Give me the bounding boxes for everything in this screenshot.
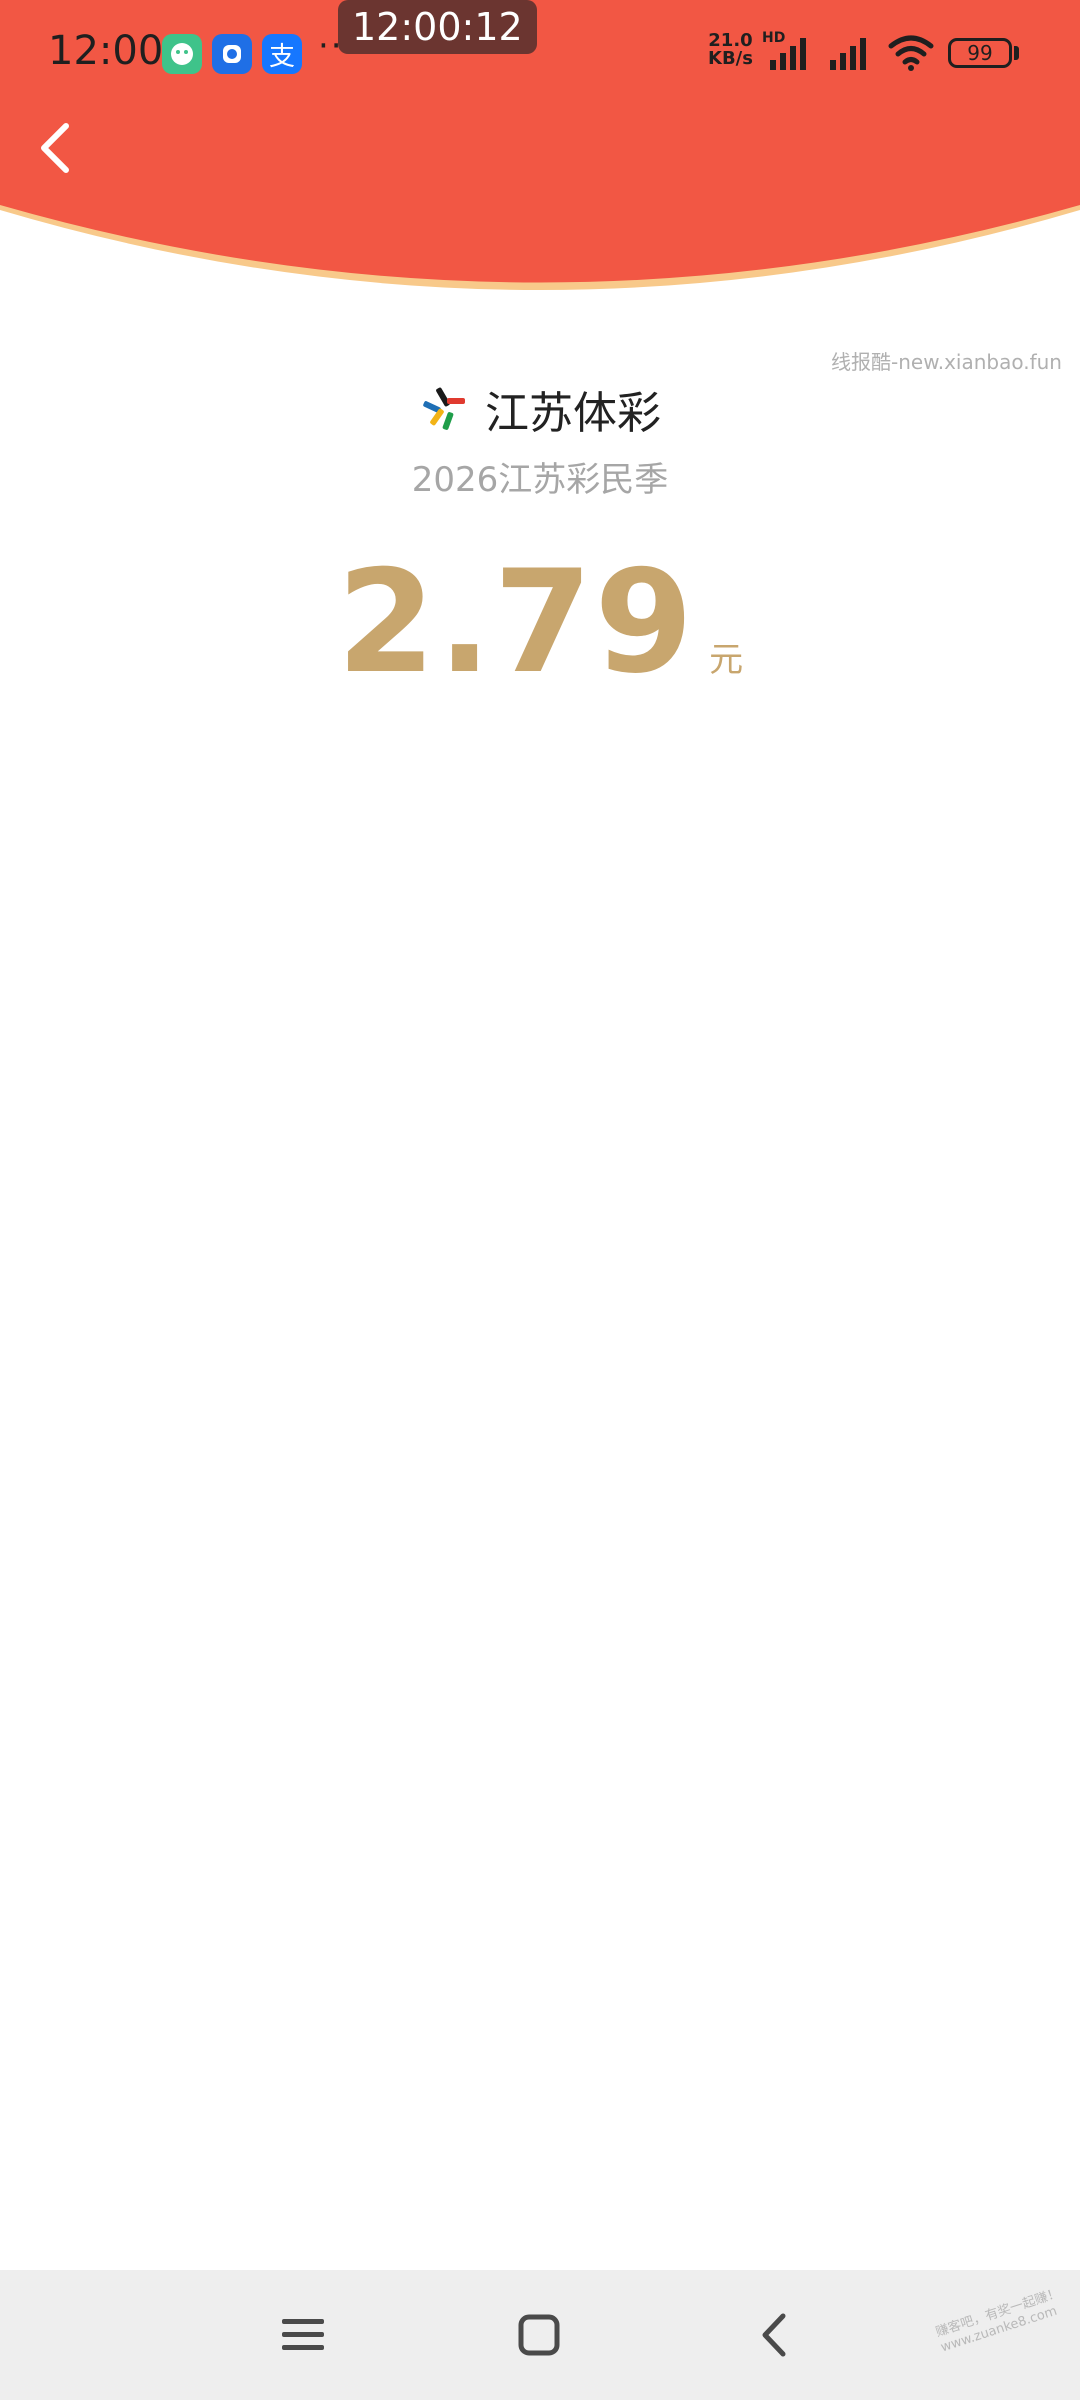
home-icon xyxy=(518,2314,560,2356)
brand-subtitle: 2026江苏彩民季 xyxy=(411,460,669,500)
brand-name: 江苏体彩 xyxy=(485,388,661,439)
system-navigation-bar xyxy=(0,2270,1080,2400)
watermark-text: 线报酷-new.xianbao.fun xyxy=(831,350,1062,374)
network-speed-unit: KB/s xyxy=(708,48,753,69)
amount-unit: 元 xyxy=(709,640,744,680)
battery-tip xyxy=(1014,46,1019,60)
app-icon xyxy=(212,34,252,74)
back-icon xyxy=(762,2313,786,2357)
home-button[interactable] xyxy=(504,2300,574,2370)
wifi-icon xyxy=(888,35,934,71)
battery-icon: 99 xyxy=(948,38,1012,68)
alipay-icon: 支 xyxy=(262,34,302,74)
status-bar: 12:00 支 ··· 12:00:12 21.0 KB/s HD 99 xyxy=(0,0,1080,110)
amount-display: 2.79 元 xyxy=(0,548,1080,698)
menu-icon xyxy=(282,2319,324,2350)
sports-lottery-logo-icon xyxy=(423,387,465,430)
system-back-button[interactable] xyxy=(740,2300,810,2370)
app-icon xyxy=(162,34,202,74)
signal-icon xyxy=(830,38,866,70)
status-time: 12:00 xyxy=(48,28,164,74)
screen-clock: 12:00:12 xyxy=(338,0,537,54)
amount-value: 2.79 xyxy=(336,540,696,705)
brand-header: 江苏体彩 xyxy=(0,376,1080,442)
recent-apps-button[interactable] xyxy=(268,2300,338,2370)
signal-icon xyxy=(770,38,806,70)
network-speed: 21.0 KB/s xyxy=(708,32,753,68)
chevron-left-icon xyxy=(41,123,69,173)
back-button[interactable] xyxy=(26,112,90,184)
